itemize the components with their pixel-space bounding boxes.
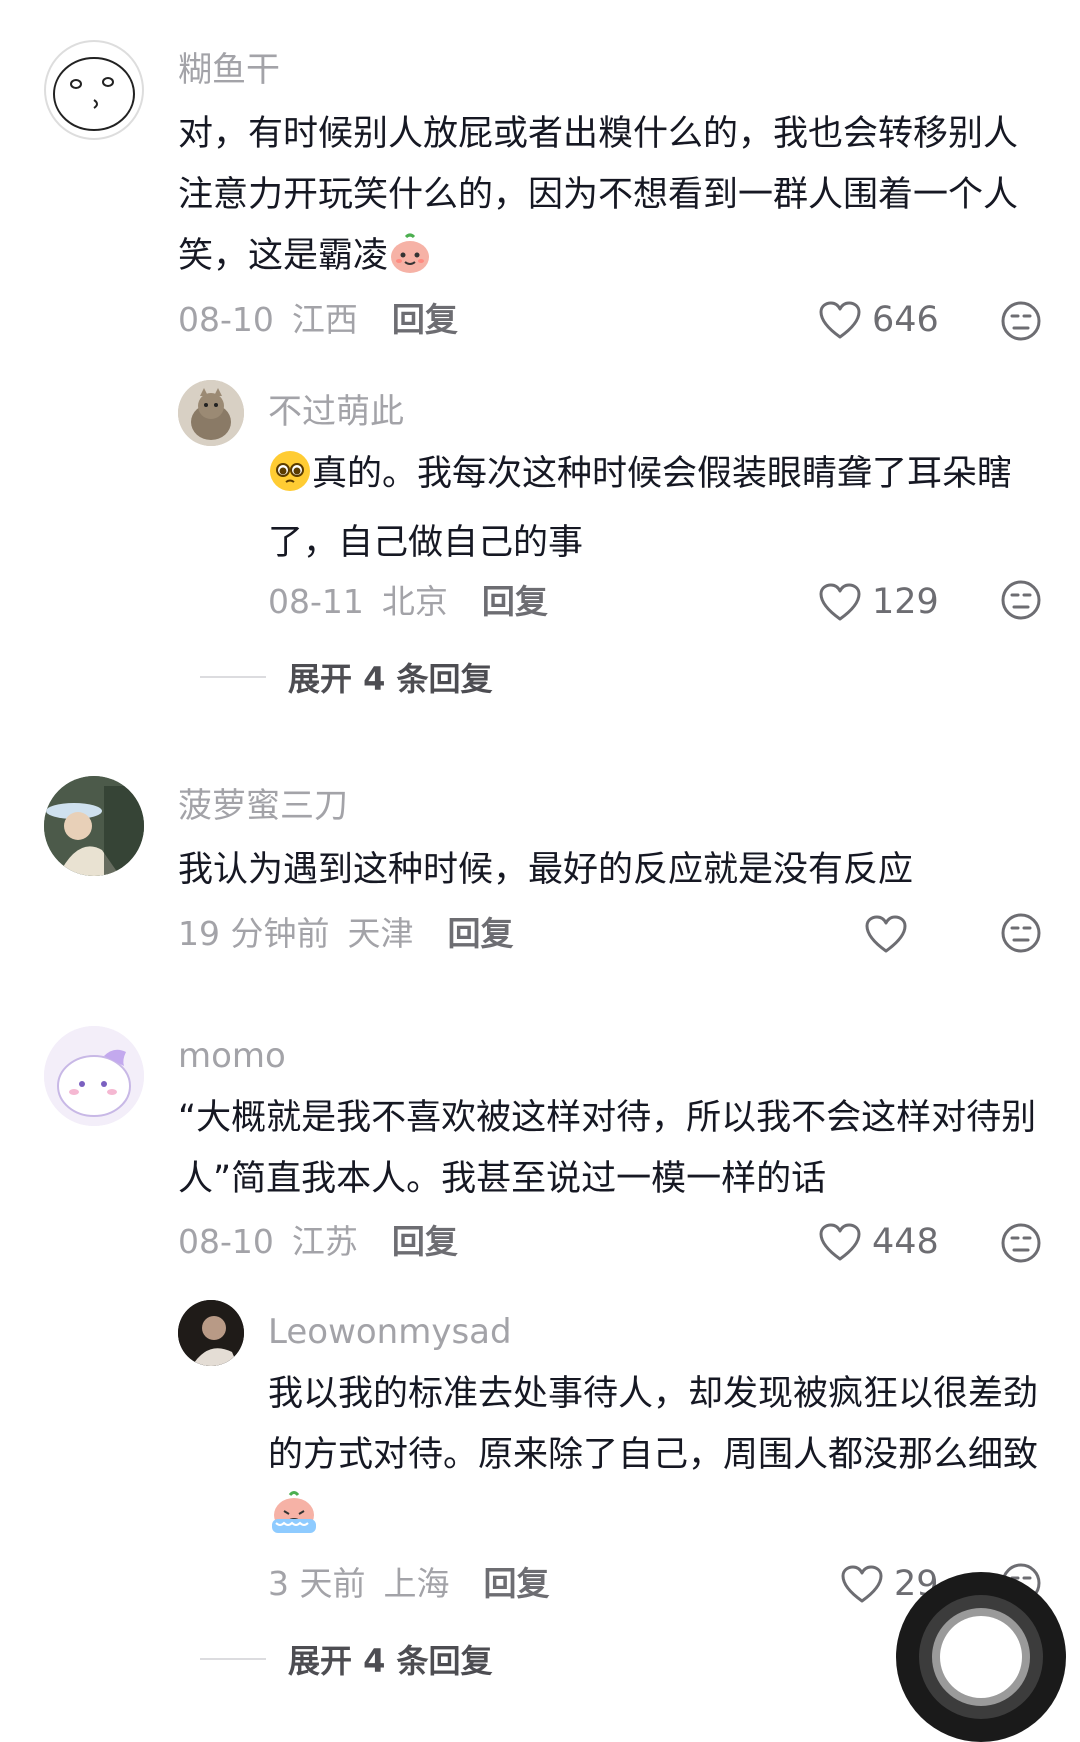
reply-button[interactable]: 回复	[484, 1564, 550, 1603]
peach-smile-emoji-icon	[388, 231, 432, 295]
comment-text-content: 对，有时候别人放屁或者出糗什么的，我也会转移别人注意力开玩笑什么的，因为不想看到…	[178, 114, 1019, 276]
heart-outline-icon	[818, 300, 862, 340]
username[interactable]: Leowonmysad	[268, 1312, 512, 1352]
unhappy-face-icon	[1000, 301, 1042, 346]
comment-location: 江西	[291, 300, 358, 339]
avatar[interactable]	[44, 40, 144, 140]
like-count: 448	[872, 1222, 939, 1262]
like-button[interactable]	[864, 914, 918, 954]
comment-text: 我以我的标准去处事待人，却发现被疯狂以很差劲的方式对待。原来除了自己，周围人都没…	[268, 1364, 1058, 1555]
username[interactable]: 菠萝蜜三刀	[178, 786, 348, 826]
pleading-face-emoji-icon	[268, 449, 312, 513]
comment-text-content: 我认为遇到这种时候，最好的反应就是没有反应	[178, 850, 914, 890]
comment-text: 对，有时候别人放屁或者出糗什么的，我也会转移别人注意力开玩笑什么的，因为不想看到…	[178, 104, 1048, 295]
unhappy-face-icon	[1000, 580, 1042, 625]
dislike-button[interactable]	[1000, 912, 1042, 958]
heart-outline-icon	[818, 1222, 862, 1262]
avatar[interactable]	[178, 1300, 244, 1366]
like-button[interactable]: 448	[818, 1222, 939, 1262]
comment-text-content: 我以我的标准去处事待人，却发现被疯狂以很差劲的方式对待。原来除了自己，周围人都没…	[268, 1374, 1039, 1475]
avatar[interactable]	[44, 1026, 144, 1126]
heart-outline-icon	[818, 582, 862, 622]
comment-date: 08-10	[178, 1222, 274, 1261]
comment-location: 北京	[381, 582, 448, 621]
comment-text: “大概就是我不喜欢被这样对待，所以我不会这样对待别人”简直我本人。我甚至说过一模…	[178, 1088, 1058, 1210]
dislike-button[interactable]	[1000, 300, 1042, 346]
comment-date: 08-11	[268, 582, 364, 621]
username[interactable]: 糊鱼干	[178, 50, 280, 90]
reply-button[interactable]: 回复	[392, 300, 458, 339]
unhappy-face-icon	[1000, 913, 1042, 958]
avatar[interactable]	[178, 380, 244, 446]
comment-text-content: “大概就是我不喜欢被这样对待，所以我不会这样对待别人”简直我本人。我甚至说过一模…	[178, 1098, 1037, 1199]
assistive-button-core	[940, 1616, 1022, 1698]
reply-button[interactable]: 回复	[447, 914, 513, 953]
expand-replies-label: 展开 4 条回复	[288, 1642, 493, 1680]
dislike-button[interactable]	[1000, 1222, 1042, 1268]
comment-meta: 08-10 江苏 回复	[178, 1222, 458, 1262]
comment-location: 上海	[383, 1564, 450, 1603]
crying-peach-emoji-icon	[268, 1489, 320, 1555]
username[interactable]: momo	[178, 1036, 286, 1076]
divider	[200, 676, 266, 678]
comment-date: 08-10	[178, 300, 274, 339]
reply-button[interactable]: 回复	[392, 1222, 458, 1261]
comment-meta: 3 天前 上海 回复	[268, 1564, 550, 1604]
comment-location: 江苏	[291, 1222, 358, 1261]
comment-text-content: 真的。我每次这种时候会假装眼睛聋了耳朵瞎了，自己做自己的事	[268, 454, 1013, 563]
like-count: 646	[872, 300, 939, 340]
comment-date: 3 天前	[268, 1564, 366, 1603]
like-count: 129	[872, 582, 939, 622]
expand-replies-button[interactable]: 展开 4 条回复	[200, 1636, 493, 1682]
comment-date: 19 分钟前	[178, 914, 330, 953]
expand-replies-button[interactable]: 展开 4 条回复	[200, 654, 493, 700]
dislike-button[interactable]	[1000, 579, 1042, 625]
username[interactable]: 不过萌此	[268, 392, 404, 432]
floating-assistive-button[interactable]	[896, 1572, 1066, 1742]
like-button[interactable]: 129	[818, 582, 939, 622]
heart-outline-icon	[864, 914, 908, 954]
avatar[interactable]	[44, 776, 144, 876]
divider	[200, 1658, 266, 1660]
comment-text: 我认为遇到这种时候，最好的反应就是没有反应	[178, 840, 1048, 901]
comment-meta: 08-11 北京 回复	[268, 582, 548, 622]
expand-replies-label: 展开 4 条回复	[288, 660, 493, 698]
reply-button[interactable]: 回复	[482, 582, 548, 621]
comment-meta: 19 分钟前 天津 回复	[178, 914, 513, 954]
comment-location: 天津	[347, 914, 414, 953]
heart-outline-icon	[840, 1564, 884, 1604]
comment-text: 真的。我每次这种时候会假装眼睛聋了耳朵瞎了，自己做自己的事	[268, 444, 1028, 574]
comment-meta: 08-10 江西 回复	[178, 300, 458, 340]
like-button[interactable]: 646	[818, 300, 939, 340]
unhappy-face-icon	[1000, 1223, 1042, 1268]
